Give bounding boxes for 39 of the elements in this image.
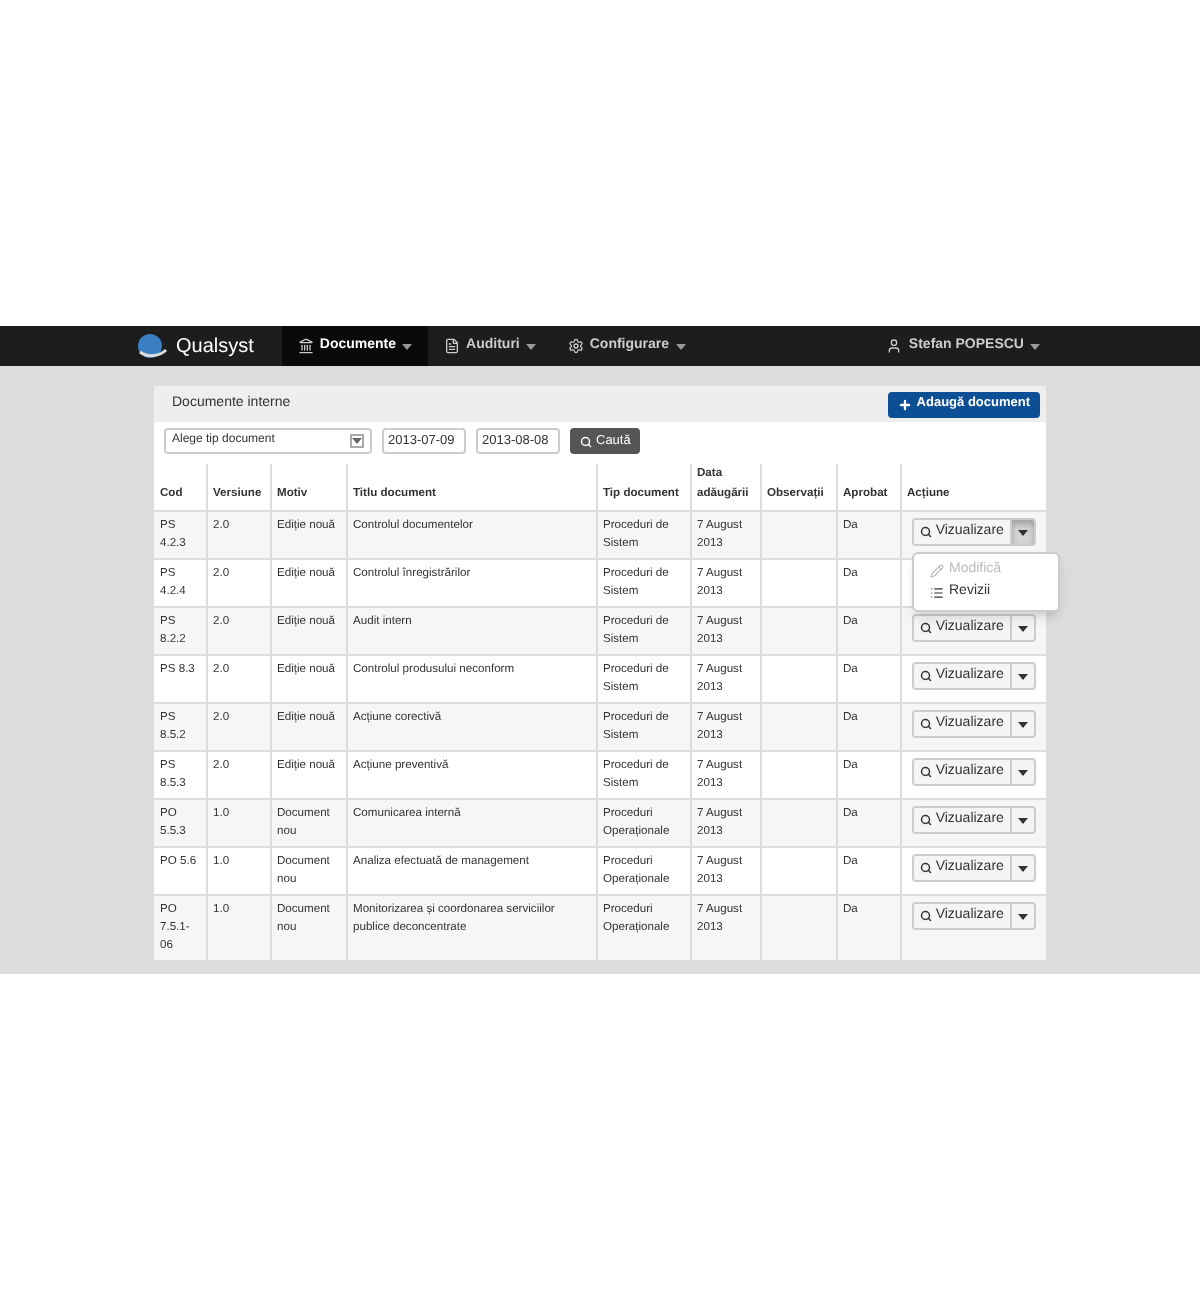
search-icon	[919, 622, 932, 634]
search-icon	[919, 862, 932, 874]
caret-icon	[352, 438, 362, 444]
list-icon	[929, 586, 943, 600]
search-icon	[919, 910, 932, 922]
search-icon	[919, 814, 932, 826]
caret-icon	[1030, 343, 1040, 349]
dropdown-toggle[interactable]	[1012, 854, 1036, 882]
user-icon	[886, 338, 903, 354]
caret-icon	[1018, 721, 1029, 727]
dropdown-toggle[interactable]	[1012, 614, 1036, 642]
caret-icon	[1018, 625, 1029, 631]
dropdown-toggle[interactable]	[1012, 518, 1036, 546]
dropdown-toggle[interactable]	[1012, 806, 1036, 834]
settings-icon	[567, 338, 584, 354]
plus-icon	[898, 397, 913, 411]
globe-logo-icon	[136, 332, 168, 360]
caret-icon	[402, 343, 413, 349]
brand-name: Qualsyst	[176, 333, 254, 361]
dropdown-toggle[interactable]	[1012, 758, 1036, 786]
document-icon	[444, 338, 461, 354]
caret-icon	[1018, 865, 1029, 871]
search-icon	[919, 766, 932, 778]
caret-icon	[675, 343, 686, 349]
caret-icon	[525, 343, 536, 349]
dropdown-toggle[interactable]	[1012, 710, 1036, 738]
caret-icon	[1018, 913, 1029, 919]
pencil-icon	[929, 564, 943, 578]
caret-icon	[1018, 817, 1029, 823]
search-icon	[919, 718, 932, 730]
search-icon	[580, 435, 592, 447]
caret-icon	[1018, 529, 1029, 535]
caret-icon	[1018, 673, 1029, 679]
dropdown-toggle[interactable]	[1012, 662, 1036, 690]
search-icon	[919, 670, 932, 682]
dropdown-toggle[interactable]	[1012, 902, 1036, 930]
search-icon	[919, 526, 932, 538]
caret-icon	[1018, 769, 1029, 775]
building-icon	[297, 338, 314, 354]
